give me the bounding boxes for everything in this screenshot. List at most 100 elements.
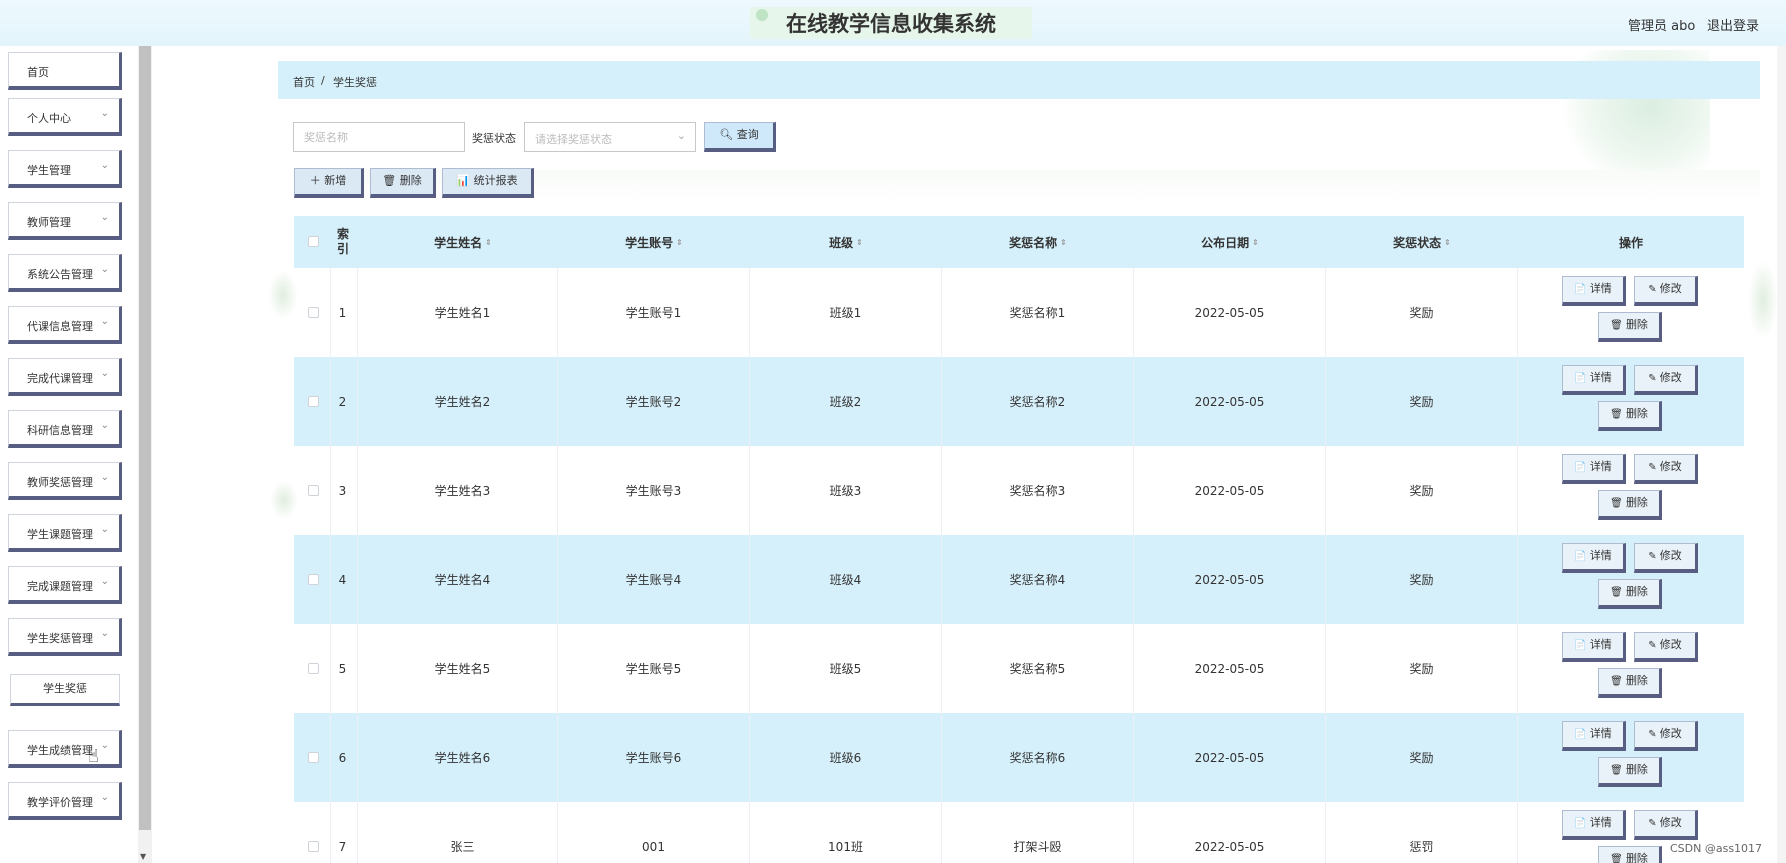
table-row: 6 学生姓名6 学生账号6 班级6 奖惩名称6 2022-05-05 奖励 📄 详情 ✎ 修改 🗑… [294, 713, 1744, 802]
cell-index: 2 [328, 357, 358, 446]
detail-button[interactable]: 📄 详情 [1562, 276, 1626, 306]
cell-name: 学生姓名2 [368, 357, 558, 446]
cell-name: 学生姓名6 [368, 713, 558, 802]
sidebar-item[interactable]: 教师奖惩管理 ⌄ [8, 462, 122, 500]
award-name-search-input[interactable] [293, 122, 465, 152]
cell-index: 5 [328, 624, 358, 713]
delete-row-button[interactable]: 🗑 删除 [1598, 490, 1662, 520]
scroll-down-arrow-icon[interactable]: ▼ [140, 852, 146, 861]
edit-button[interactable]: ✎ 修改 [1634, 543, 1698, 573]
edit-button[interactable]: ✎ 修改 [1634, 721, 1698, 751]
column-header-student-account[interactable]: 学生账号 ⇕ [558, 216, 750, 268]
sidebar-item[interactable]: 完成代课管理 ⌄ [8, 358, 122, 396]
edit-button[interactable]: ✎ 修改 [1634, 810, 1698, 840]
detail-button[interactable]: 📄 详情 [1562, 365, 1626, 395]
edit-button-label: 修改 [1659, 638, 1682, 651]
detail-button[interactable]: 📄 详情 [1562, 810, 1626, 840]
delete-row-button[interactable]: 🗑 删除 [1598, 757, 1662, 787]
trash-icon: 🗑 [1610, 320, 1626, 331]
delete-row-button[interactable]: 🗑 删除 [1598, 312, 1662, 342]
detail-button[interactable]: 📄 详情 [1562, 543, 1626, 573]
detail-button-label: 详情 [1589, 460, 1612, 473]
detail-button[interactable]: 📄 详情 [1562, 721, 1626, 751]
sort-icon: ⇕ [1252, 237, 1259, 247]
cell-status: 奖励 [1326, 268, 1518, 357]
sidebar-scrollbar[interactable]: ▼ [138, 46, 152, 863]
sidebar-item[interactable]: 学生奖惩管理 ⌄ [8, 618, 122, 656]
cell-name: 学生姓名1 [368, 268, 558, 357]
table-row: 4 学生姓名4 学生账号4 班级4 奖惩名称4 2022-05-05 奖励 📄 详情 ✎ 修改 🗑… [294, 535, 1744, 624]
column-header-publish-date[interactable]: 公布日期 ⇕ [1134, 216, 1326, 268]
delete-row-button[interactable]: 🗑 删除 [1598, 668, 1662, 698]
sidebar-item[interactable]: 完成课题管理 ⌄ [8, 566, 122, 604]
cell-status: 奖励 [1326, 713, 1518, 802]
sidebar-item[interactable]: 教师管理 ⌄ [8, 202, 122, 240]
cell-status: 奖励 [1326, 446, 1518, 535]
column-header-award-name[interactable]: 奖惩名称 ⇕ [942, 216, 1134, 268]
header-label: 学生账号 [625, 235, 674, 250]
sidebar-item[interactable]: 学生课题管理 ⌄ [8, 514, 122, 552]
detail-button[interactable]: 📄 详情 [1562, 454, 1626, 484]
detail-button-label: 详情 [1589, 638, 1612, 651]
breadcrumb: 首页 / 学生奖惩 [278, 61, 1760, 99]
statistics-report-button[interactable]: 📊 统计报表 [442, 168, 534, 198]
trash-icon: 🗑 [1610, 587, 1626, 598]
table-row: 1 学生姓名1 学生账号1 班级1 奖惩名称1 2022-05-05 奖励 📄 详情 ✎ 修改 🗑… [294, 268, 1744, 357]
sidebar-item[interactable]: 首页 [8, 52, 122, 90]
sidebar-item-label: 系统公告管理 [27, 268, 93, 281]
cell-index: 7 [328, 802, 358, 863]
mouse-cursor-icon: ☝ [88, 746, 99, 767]
delete-button[interactable]: 🗑 删除 [370, 168, 436, 198]
cell-account: 学生账号3 [558, 446, 750, 535]
status-filter-select[interactable]: 请选择奖惩状态 ⌄ [524, 122, 696, 152]
header-label: 操作 [1618, 235, 1643, 250]
chevron-down-icon: ⌄ [100, 740, 109, 751]
select-all-checkbox[interactable] [308, 236, 319, 247]
edit-button[interactable]: ✎ 修改 [1634, 632, 1698, 662]
cell-award: 奖惩名称1 [942, 268, 1134, 357]
pencil-icon: ✎ [1648, 729, 1660, 740]
table-row: 3 学生姓名3 学生账号3 班级3 奖惩名称3 2022-05-05 奖励 📄 详情 ✎ 修改 🗑… [294, 446, 1744, 535]
column-header-student-name[interactable]: 学生姓名 ⇕ [368, 216, 558, 268]
edit-button[interactable]: ✎ 修改 [1634, 276, 1698, 306]
breadcrumb-home[interactable]: 首页 [293, 74, 315, 90]
chevron-down-icon: ⌄ [100, 420, 109, 431]
delete-row-button[interactable]: 🗑 删除 [1598, 579, 1662, 609]
sidebar-subitem-student-awards[interactable]: 学生奖惩 [10, 674, 120, 706]
column-header-status[interactable]: 奖惩状态 ⇕ [1326, 216, 1518, 268]
column-header-class[interactable]: 班级 ⇕ [750, 216, 942, 268]
page-scrollbar[interactable] [1777, 46, 1786, 863]
sidebar-item[interactable]: 科研信息管理 ⌄ [8, 410, 122, 448]
delete-row-button[interactable]: 🗑 删除 [1598, 846, 1662, 863]
sidebar-item[interactable]: 个人中心 ⌄ [8, 98, 122, 136]
leaf-decoration [1748, 260, 1778, 340]
column-header-index: 索 引 [328, 216, 358, 268]
sidebar-item[interactable]: 学生管理 ⌄ [8, 150, 122, 188]
pencil-icon: ✎ [1648, 462, 1660, 473]
table-row: 5 学生姓名5 学生账号5 班级5 奖惩名称5 2022-05-05 奖励 📄 详情 ✎ 修改 🗑… [294, 624, 1744, 713]
sidebar-item[interactable]: 系统公告管理 ⌄ [8, 254, 122, 292]
sidebar-item-label: 首页 [27, 66, 49, 79]
pencil-icon: ✎ [1648, 284, 1660, 295]
detail-button[interactable]: 📄 详情 [1562, 632, 1626, 662]
edit-button-label: 修改 [1659, 727, 1682, 740]
sidebar-item[interactable]: 代课信息管理 ⌄ [8, 306, 122, 344]
edit-button[interactable]: ✎ 修改 [1634, 365, 1698, 395]
chevron-down-icon: ⌄ [100, 316, 109, 327]
cell-account: 学生账号6 [558, 713, 750, 802]
sidebar-item-label: 个人中心 [27, 112, 71, 125]
delete-row-button[interactable]: 🗑 删除 [1598, 401, 1662, 431]
edit-button[interactable]: ✎ 修改 [1634, 454, 1698, 484]
sidebar-item[interactable]: 教学评价管理 ⌄ [8, 782, 122, 820]
cell-status: 奖励 [1326, 624, 1518, 713]
add-button[interactable]: ＋ 新增 [294, 168, 364, 198]
cell-index: 6 [328, 713, 358, 802]
sidebar-scroll-thumb[interactable] [139, 46, 151, 830]
sidebar-item[interactable]: 学生成绩管理 ⌄ [8, 730, 122, 768]
sidebar-item-label: 教学评价管理 [27, 796, 93, 809]
pencil-icon: ✎ [1648, 640, 1660, 651]
cell-class: 班级2 [750, 357, 942, 446]
logout-link[interactable]: 退出登录 [1707, 15, 1759, 34]
query-button[interactable]: 🔍︎ 查询 [704, 122, 776, 152]
document-icon: 📄 [1574, 462, 1590, 473]
